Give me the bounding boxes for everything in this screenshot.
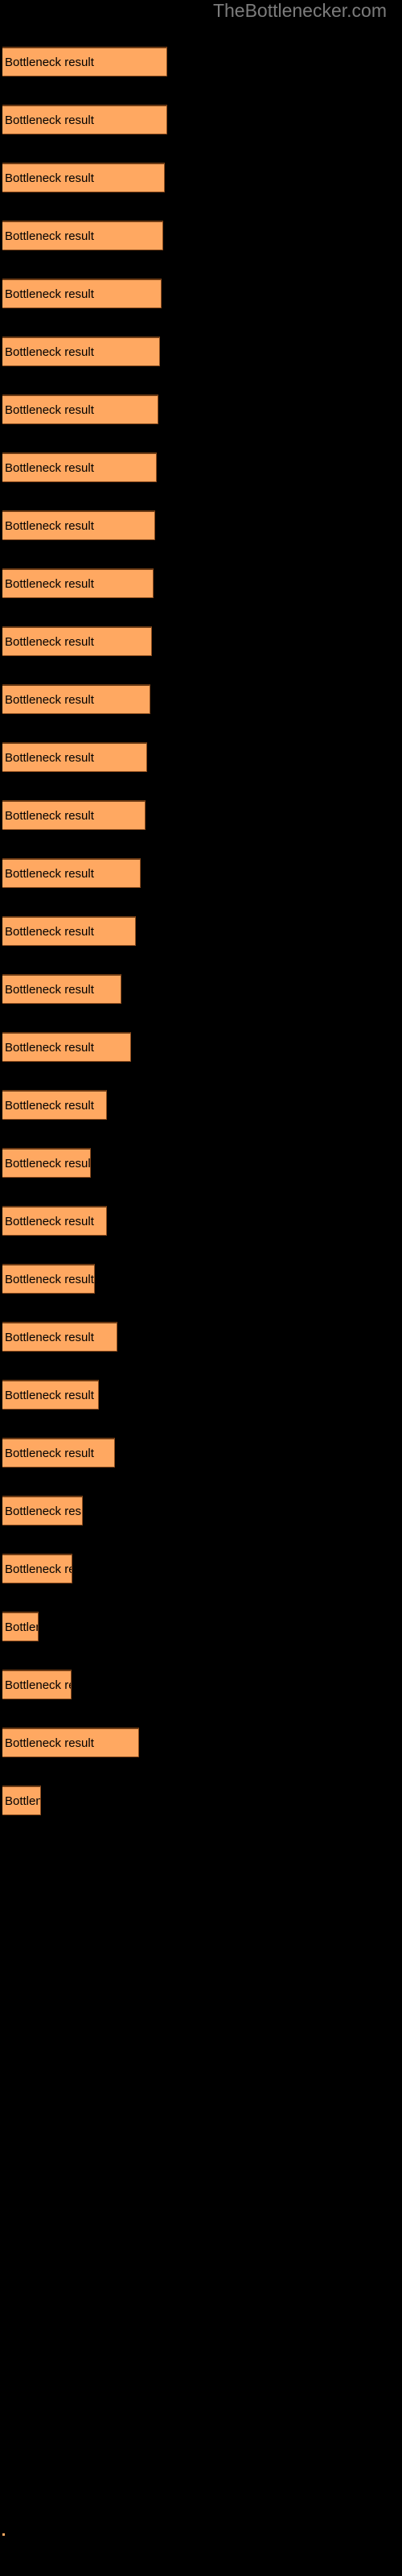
bar-2[interactable] bbox=[2, 105, 167, 134]
bar-row: Bottleneck result bbox=[0, 1438, 402, 1468]
chart-root: TheBottlenecker.com Bottleneck result Bot… bbox=[0, 0, 402, 2576]
bar-row: Bottleneck result bbox=[0, 336, 402, 366]
bar-21[interactable] bbox=[2, 1206, 107, 1236]
bar-row: Bottleneck result bbox=[0, 1728, 402, 1757]
bar-5[interactable] bbox=[2, 279, 162, 308]
bar-31[interactable] bbox=[2, 1785, 41, 1815]
bar-19[interactable] bbox=[2, 1090, 107, 1120]
bar-28[interactable] bbox=[2, 1612, 39, 1641]
bar-row: Bottleneck result bbox=[0, 1380, 402, 1410]
bar-13[interactable] bbox=[2, 742, 147, 772]
bar-row: Bottleneck result bbox=[0, 1090, 402, 1120]
bar-7[interactable] bbox=[2, 394, 158, 424]
bar-row: Bottleneck result bbox=[0, 1554, 402, 1583]
bar-row: Bottleneck result bbox=[0, 626, 402, 656]
bar-12[interactable] bbox=[2, 684, 150, 714]
bar-20[interactable] bbox=[2, 1148, 91, 1178]
bar-18[interactable] bbox=[2, 1032, 131, 1062]
bar-26[interactable] bbox=[2, 1496, 83, 1525]
bar-4[interactable] bbox=[2, 221, 163, 250]
bar-row: Bottleneck result bbox=[0, 1785, 402, 1815]
bar-14[interactable] bbox=[2, 800, 146, 830]
bar-16[interactable] bbox=[2, 916, 136, 946]
bar-row: Bottleneck result bbox=[0, 221, 402, 250]
bar-row: Bottleneck result bbox=[0, 568, 402, 598]
bar-row: Bottleneck result bbox=[0, 105, 402, 134]
bar-10[interactable] bbox=[2, 568, 154, 598]
bar-row: Bottleneck result bbox=[0, 1032, 402, 1062]
bar-3[interactable] bbox=[2, 163, 165, 192]
bar-6[interactable] bbox=[2, 336, 160, 366]
bar-row: Bottleneck result bbox=[0, 800, 402, 830]
bar-8[interactable] bbox=[2, 452, 157, 482]
bar-29[interactable] bbox=[2, 1670, 72, 1699]
bar-11[interactable] bbox=[2, 626, 152, 656]
bar-row: Bottleneck result bbox=[0, 916, 402, 946]
bar-row: Bottleneck result bbox=[0, 742, 402, 772]
bar-27[interactable] bbox=[2, 1554, 72, 1583]
bar-row: Bottleneck result bbox=[0, 1612, 402, 1641]
bar-row: Bottleneck result bbox=[0, 1264, 402, 1294]
bar-row: Bottleneck result bbox=[0, 1148, 402, 1178]
bar-24[interactable] bbox=[2, 1380, 99, 1410]
bar-row: Bottleneck result bbox=[0, 858, 402, 888]
bar-row: Bottleneck result bbox=[0, 394, 402, 424]
bar-row: Bottleneck result bbox=[0, 1496, 402, 1525]
bar-15[interactable] bbox=[2, 858, 141, 888]
bar-row: Bottleneck result bbox=[0, 279, 402, 308]
bar-row: Bottleneck result bbox=[0, 1206, 402, 1236]
bar-row: Bottleneck result bbox=[0, 1322, 402, 1352]
residual-marker bbox=[2, 2533, 5, 2536]
bar-row: Bottleneck result bbox=[0, 163, 402, 192]
bar-row: Bottleneck result bbox=[0, 452, 402, 482]
bar-row: Bottleneck result bbox=[0, 510, 402, 540]
bar-1[interactable] bbox=[2, 47, 167, 76]
bar-row: Bottleneck result bbox=[0, 974, 402, 1004]
bar-row: Bottleneck result bbox=[0, 684, 402, 714]
bar-22[interactable] bbox=[2, 1264, 95, 1294]
bar-row: Bottleneck result bbox=[0, 47, 402, 76]
bar-25[interactable] bbox=[2, 1438, 115, 1468]
bar-chart-plot-area: Bottleneck result Bottleneck result Bottle… bbox=[0, 0, 402, 2576]
bar-17[interactable] bbox=[2, 974, 121, 1004]
bar-9[interactable] bbox=[2, 510, 155, 540]
bar-30[interactable] bbox=[2, 1728, 139, 1757]
bar-row: Bottleneck result bbox=[0, 1670, 402, 1699]
bar-23[interactable] bbox=[2, 1322, 117, 1352]
